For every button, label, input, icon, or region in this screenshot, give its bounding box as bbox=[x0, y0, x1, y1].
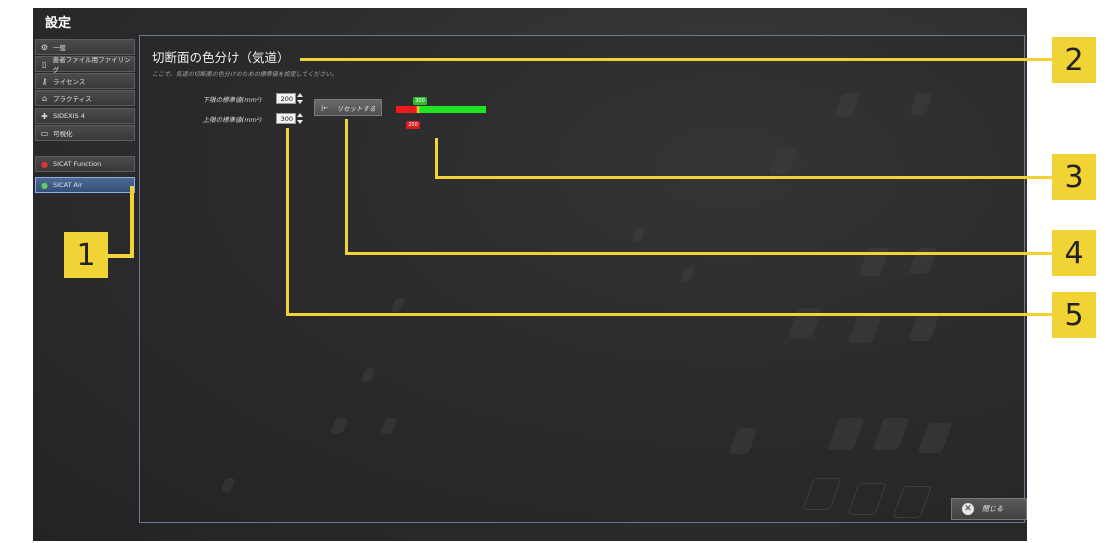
sidebar-item-sidexis[interactable]: ✚ SIDEXIS 4 bbox=[35, 108, 135, 124]
house-icon: ⌂ bbox=[41, 93, 48, 103]
arrow-down-icon[interactable] bbox=[297, 120, 303, 124]
close-button[interactable]: ✕ 閉じる bbox=[951, 498, 1027, 520]
callout-1-line bbox=[130, 186, 134, 258]
sidebar-item-practice[interactable]: ⌂ プラクティス bbox=[35, 90, 135, 106]
callout-5-line bbox=[286, 128, 289, 316]
lower-label: 下限の標準値(mm²) bbox=[202, 96, 262, 104]
callout-2: 2 bbox=[1052, 37, 1096, 83]
lower-marker[interactable]: 200 bbox=[406, 121, 420, 129]
callout-5-line bbox=[286, 313, 1052, 316]
sidebar-item-general[interactable]: ⚙ 一般 bbox=[35, 39, 135, 55]
callout-4: 4 bbox=[1052, 230, 1096, 276]
reset-button[interactable]: |← リセットする bbox=[314, 99, 382, 116]
sidebar-item-license[interactable]: ⚷ ライセンス bbox=[35, 73, 135, 89]
callout-4-line bbox=[345, 252, 1052, 255]
sidebar-item-visualization[interactable]: ▭ 可視化 bbox=[35, 125, 135, 141]
sidebar-item-label: 患者ファイル用ファイリング bbox=[52, 56, 131, 74]
reset-arrow-icon: |← bbox=[321, 103, 329, 112]
sidebar-item-label: プラクティス bbox=[53, 95, 92, 103]
function-icon: ● bbox=[41, 159, 48, 169]
sidebar-item-label: SICAT Air bbox=[53, 181, 83, 189]
scale-green-bar bbox=[420, 106, 486, 113]
lower-value-stepper[interactable] bbox=[297, 93, 305, 104]
callout-2-line bbox=[300, 58, 1052, 61]
filing-icon: ▯ bbox=[42, 59, 47, 69]
upper-label: 上限の標準値(mm²) bbox=[202, 116, 262, 124]
reset-label: リセットする bbox=[336, 104, 376, 113]
sidebar-item-label: SICAT Function bbox=[53, 160, 102, 168]
upper-marker[interactable]: 300 bbox=[413, 97, 427, 105]
sidebar-item-label: ライセンス bbox=[53, 78, 86, 86]
arrow-down-icon[interactable] bbox=[297, 100, 303, 104]
window-title: 設定 bbox=[45, 16, 72, 31]
callout-5: 5 bbox=[1052, 292, 1096, 338]
callout-3: 3 bbox=[1052, 154, 1096, 200]
page-subtitle: ここで、気道の切断面の色分けのための標準値を設定してください。 bbox=[152, 71, 338, 78]
sidebar-item-filing[interactable]: ▯ 患者ファイル用ファイリング bbox=[35, 56, 135, 74]
settings-panel: 切断面の色分け（気道） ここで、気道の切断面の色分けのための標準値を設定してくだ… bbox=[139, 35, 1025, 523]
air-icon: ● bbox=[41, 180, 48, 190]
close-label: 閉じる bbox=[982, 505, 1003, 513]
callout-3-line bbox=[435, 176, 1052, 179]
sidebar-item-label: 可視化 bbox=[53, 130, 73, 138]
upper-value-input[interactable]: 300 bbox=[276, 113, 296, 124]
sidebar-item-label: SIDEXIS 4 bbox=[53, 112, 85, 120]
callout-3-line bbox=[435, 138, 438, 178]
key-icon: ⚷ bbox=[41, 76, 48, 86]
callout-4-line bbox=[345, 119, 348, 254]
sidebar-item-sicat-air[interactable]: ● SICAT Air bbox=[35, 177, 135, 193]
settings-window: 設定 ⚙ 一般 ▯ 患者ファイル用ファイリング ⚷ ライセンス ⌂ プラクティス… bbox=[33, 8, 1027, 541]
sidebar-item-label: 一般 bbox=[53, 44, 66, 52]
page-title: 切断面の色分け（気道） bbox=[152, 50, 290, 65]
puzzle-icon: ✚ bbox=[41, 111, 48, 121]
sidebar-item-sicat-function[interactable]: ● SICAT Function bbox=[35, 156, 135, 172]
arrow-up-icon[interactable] bbox=[297, 93, 303, 97]
monitor-icon: ▭ bbox=[40, 128, 49, 138]
callout-1: 1 bbox=[64, 232, 108, 278]
lower-value-input[interactable]: 200 bbox=[276, 93, 296, 104]
upper-value-stepper[interactable] bbox=[297, 113, 305, 124]
callout-1-line bbox=[108, 254, 134, 258]
arrow-up-icon[interactable] bbox=[297, 113, 303, 117]
gears-icon: ⚙ bbox=[40, 42, 49, 52]
close-icon: ✕ bbox=[962, 503, 974, 515]
scale-red-bar bbox=[396, 106, 416, 113]
